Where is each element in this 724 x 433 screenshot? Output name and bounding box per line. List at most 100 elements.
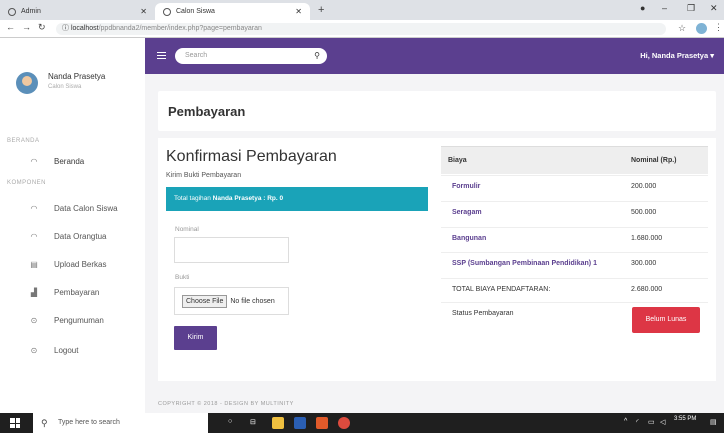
nominal-input[interactable] bbox=[174, 237, 289, 263]
network-icon[interactable]: ◜ bbox=[636, 418, 639, 426]
location-pin-icon: ⊙ bbox=[30, 345, 38, 355]
sidebar-item-data-calon-siswa[interactable]: ◠ Data Calon Siswa bbox=[0, 197, 145, 219]
sidebar-item-label: Data Orangtua bbox=[54, 231, 107, 241]
section-komponen: KOMPONEN bbox=[7, 180, 47, 186]
tab-admin[interactable]: Admin ✕ bbox=[0, 3, 155, 20]
sidebar-item-pengumuman[interactable]: ⊙ Pengumuman bbox=[0, 309, 145, 331]
table-row: Formulir 200.000 bbox=[441, 175, 708, 197]
fee-value: 500.000 bbox=[631, 209, 657, 216]
info-icon: ⓘ bbox=[62, 25, 71, 32]
sidebar-item-logout[interactable]: ⊙ Logout bbox=[0, 339, 145, 361]
fee-name: Seragam bbox=[452, 209, 482, 216]
task-view-icon[interactable]: ⊟ bbox=[250, 418, 256, 426]
dashboard-icon: ◠ bbox=[30, 156, 38, 166]
kirim-button[interactable]: Kirim bbox=[174, 326, 217, 350]
browser-tab-bar: Admin ✕ Calon Siswa ✕ + ● – ❐ ✕ bbox=[0, 0, 724, 20]
url-field[interactable]: ⓘ localhost/ppdbnanda2/member/index.php?… bbox=[56, 23, 666, 35]
user-menu[interactable]: Hi, Nanda Prasetya ▾ bbox=[640, 51, 714, 60]
tray-chevron-icon[interactable]: ^ bbox=[624, 418, 627, 425]
menu-icon[interactable]: ⋮ bbox=[714, 22, 723, 33]
table-row: Seragam 500.000 bbox=[441, 201, 708, 223]
sidebar-item-label: Upload Berkas bbox=[54, 259, 107, 269]
bukti-label: Bukti bbox=[175, 274, 190, 281]
file-input[interactable]: Choose File No file chosen bbox=[174, 287, 289, 315]
address-bar: ← → ↻ ⓘ localhost/ppdbnanda2/member/inde… bbox=[0, 20, 724, 38]
sidebar-item-label: Pembayaran bbox=[54, 287, 100, 297]
bookmark-star-icon[interactable]: ☆ bbox=[678, 23, 686, 34]
alert-prefix: Total tagihan bbox=[174, 195, 213, 202]
close-window-icon[interactable]: ✕ bbox=[710, 3, 718, 14]
word-icon[interactable] bbox=[294, 417, 306, 429]
search-icon[interactable]: ⚲ bbox=[314, 48, 320, 64]
sidebar-item-beranda[interactable]: ◠ Beranda bbox=[0, 150, 145, 172]
search-input[interactable]: Search ⚲ bbox=[175, 48, 327, 64]
choose-file-button[interactable]: Choose File bbox=[182, 294, 228, 308]
file-status: No file chosen bbox=[230, 297, 275, 305]
tab-label: Calon Siswa bbox=[176, 8, 215, 15]
url-path: /ppdbnanda2/member/index.php?page=pembay… bbox=[98, 25, 262, 32]
user-role: Calon Siswa bbox=[48, 84, 82, 90]
hamburger-menu-icon[interactable] bbox=[157, 52, 166, 59]
location-pin-icon: ⊙ bbox=[30, 315, 38, 325]
volume-icon[interactable]: ◁ bbox=[660, 418, 665, 426]
new-tab-button[interactable]: + bbox=[318, 4, 324, 16]
search-icon: ⚲ bbox=[41, 418, 48, 428]
notification-icon[interactable]: ▤ bbox=[710, 418, 717, 426]
form-title: Konfirmasi Pembayaran bbox=[166, 148, 337, 165]
fee-name: Formulir bbox=[452, 183, 481, 190]
windows-start-icon[interactable] bbox=[10, 418, 20, 428]
forward-icon[interactable]: → bbox=[22, 22, 31, 32]
dashboard-icon: ◠ bbox=[30, 203, 38, 213]
user-name: Nanda Prasetya bbox=[48, 72, 106, 81]
tab-calon-siswa[interactable]: Calon Siswa ✕ bbox=[155, 3, 310, 20]
sidebar-item-label: Logout bbox=[54, 345, 79, 355]
sidebar-item-data-orangtua[interactable]: ◠ Data Orangtua bbox=[0, 225, 145, 247]
table-row: Bangunan 1.680.000 bbox=[441, 227, 708, 249]
fee-name: TOTAL BIAYA PENDAFTARAN: bbox=[452, 286, 551, 293]
fee-name: SSP (Sumbangan Pembinaan Pendidikan) 1 bbox=[452, 260, 597, 267]
bar-chart-icon: ▟ bbox=[30, 287, 38, 297]
battery-icon[interactable]: ▭ bbox=[648, 418, 655, 426]
status-label: Status Pembayaran bbox=[452, 310, 514, 317]
table-row: SSP (Sumbangan Pembinaan Pendidikan) 1 3… bbox=[441, 252, 708, 274]
page-title: Pembayaran bbox=[168, 104, 246, 119]
cortana-icon[interactable]: ○ bbox=[228, 418, 232, 425]
restore-icon[interactable]: ❐ bbox=[687, 3, 695, 14]
sidebar-item-upload-berkas[interactable]: ▤ Upload Berkas bbox=[0, 253, 145, 275]
sidebar-item-label: Data Calon Siswa bbox=[54, 203, 118, 213]
sidebar-item-label: Pengumuman bbox=[54, 315, 104, 325]
tab-label: Admin bbox=[21, 8, 41, 15]
close-icon[interactable]: ✕ bbox=[140, 7, 147, 16]
chrome-icon[interactable] bbox=[338, 417, 350, 429]
avatar bbox=[16, 72, 38, 94]
document-icon: ▤ bbox=[30, 259, 38, 269]
xampp-icon[interactable] bbox=[316, 417, 328, 429]
fee-value: 1.680.000 bbox=[631, 235, 663, 242]
dashboard-icon: ◠ bbox=[30, 231, 38, 241]
back-icon[interactable]: ← bbox=[6, 22, 15, 32]
taskbar: ⚲ Type here to search ○ ⊟ ^ ◜ ▭ ◁ 3:55 P… bbox=[0, 413, 724, 433]
close-icon[interactable]: ✕ bbox=[295, 7, 302, 16]
url-host: localhost bbox=[70, 25, 99, 32]
fee-name: Bangunan bbox=[452, 235, 487, 242]
reload-icon[interactable]: ↻ bbox=[38, 22, 46, 33]
table-header: Biaya Nominal (Rp.) bbox=[441, 146, 708, 174]
profile-avatar-icon[interactable] bbox=[696, 23, 707, 34]
fee-value: 300.000 bbox=[631, 260, 657, 267]
clock[interactable]: 3:55 PM bbox=[674, 415, 696, 423]
search-placeholder: Search bbox=[185, 52, 208, 59]
sidebar-item-label: Beranda bbox=[54, 156, 85, 166]
taskbar-search-input[interactable]: ⚲ Type here to search bbox=[33, 413, 208, 433]
page-header: Pembayaran bbox=[158, 91, 716, 131]
footer-copyright: COPYRIGHT © 2018 - DESIGN BY MULTINITY bbox=[158, 401, 294, 407]
form-subtitle: Kirim Bukti Pembayaran bbox=[166, 172, 242, 179]
file-explorer-icon[interactable] bbox=[272, 417, 284, 429]
fee-value: 200.000 bbox=[631, 183, 657, 190]
taskbar-search-placeholder: Type here to search bbox=[58, 419, 120, 426]
globe-icon bbox=[8, 7, 16, 16]
top-navbar: Search ⚲ Hi, Nanda Prasetya ▾ bbox=[145, 38, 724, 74]
globe-icon bbox=[163, 7, 171, 16]
sidebar-item-pembayaran[interactable]: ▟ Pembayaran bbox=[0, 281, 145, 303]
column-header: Nominal (Rp.) bbox=[631, 157, 677, 164]
minimize-icon[interactable]: – bbox=[662, 3, 667, 13]
